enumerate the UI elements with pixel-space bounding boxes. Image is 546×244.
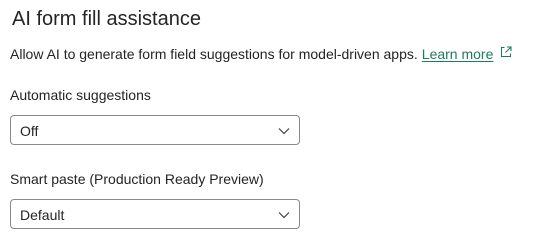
smart-paste-value: Default xyxy=(20,207,65,223)
section-title: AI form fill assistance xyxy=(12,8,201,30)
learn-more-link[interactable]: Learn more xyxy=(422,44,494,64)
smart-paste-label: Smart paste (Production Ready Preview) xyxy=(10,171,264,187)
open-in-new-window-icon[interactable] xyxy=(499,45,513,59)
smart-paste-dropdown[interactable]: Default xyxy=(10,199,300,229)
automatic-suggestions-label: Automatic suggestions xyxy=(10,87,151,103)
description-text: Allow AI to generate form field suggesti… xyxy=(10,46,418,62)
chevron-down-icon xyxy=(278,128,290,135)
section-description: Allow AI to generate form field suggesti… xyxy=(10,44,513,64)
automatic-suggestions-value: Off xyxy=(20,123,39,139)
automatic-suggestions-dropdown[interactable]: Off xyxy=(10,115,300,145)
chevron-down-icon xyxy=(278,212,290,219)
ai-form-fill-panel: AI form fill assistance Allow AI to gene… xyxy=(0,0,546,244)
